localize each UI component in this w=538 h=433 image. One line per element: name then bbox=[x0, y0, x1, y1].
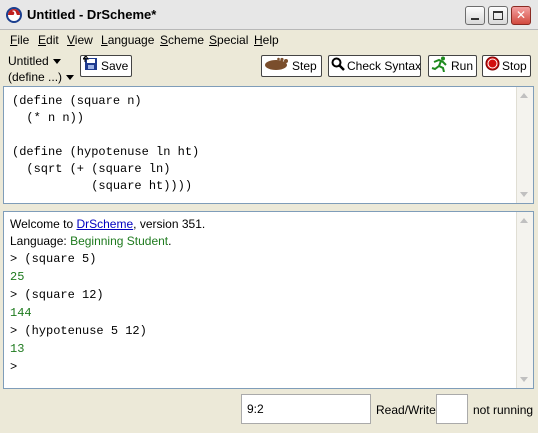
repl-result: 25 bbox=[10, 270, 25, 284]
title-bar: λ Untitled - DrScheme* ✕ bbox=[0, 0, 538, 30]
stop-button[interactable]: Stop bbox=[482, 55, 531, 77]
check-syntax-button[interactable]: Check Syntax bbox=[328, 55, 421, 77]
repl-result-line: 144 bbox=[10, 304, 205, 322]
chevron-down-icon bbox=[52, 59, 61, 65]
scroll-down-icon[interactable] bbox=[520, 377, 528, 382]
repl-input-line: > (square 5) bbox=[10, 250, 205, 268]
repl-expression: (square 5) bbox=[17, 252, 97, 266]
running-status: not running bbox=[473, 403, 534, 417]
menu-view[interactable]: View bbox=[67, 33, 93, 47]
definitions-scrollbar[interactable] bbox=[516, 87, 533, 203]
document-name-label: Untitled bbox=[8, 54, 49, 68]
define-menu-label: (define ...) bbox=[8, 70, 63, 84]
run-button-label: Run bbox=[451, 59, 474, 74]
close-button[interactable]: ✕ bbox=[511, 6, 531, 25]
repl-input-line: > (square 12) bbox=[10, 286, 205, 304]
check-syntax-label: Check Syntax bbox=[347, 59, 422, 73]
repl-input-line: > (hypotenuse 5 12) bbox=[10, 322, 205, 340]
repl-expression: (square 12) bbox=[17, 288, 104, 302]
chevron-down-icon bbox=[66, 75, 75, 81]
interactions-content: Welcome to DrScheme, version 351. Langua… bbox=[10, 216, 205, 376]
menu-language[interactable]: Language bbox=[101, 33, 154, 47]
read-write-indicator[interactable]: Read/Write bbox=[376, 403, 436, 417]
step-button[interactable]: Step bbox=[261, 55, 322, 77]
scroll-up-icon[interactable] bbox=[520, 218, 528, 223]
repl-result-line: 13 bbox=[10, 340, 205, 358]
scroll-up-icon[interactable] bbox=[520, 93, 528, 98]
status-bar: 9:2 Read/Write not running bbox=[0, 389, 538, 433]
toolbar: Untitled (define ...) Save Step Check Sy… bbox=[0, 50, 538, 88]
menu-special[interactable]: Special bbox=[209, 33, 248, 47]
save-button-label: Save bbox=[101, 59, 129, 74]
pane-splitter[interactable] bbox=[0, 204, 538, 211]
menu-help[interactable]: Help bbox=[254, 33, 279, 47]
repl-result: 13 bbox=[10, 342, 25, 356]
language-name: Beginning Student bbox=[70, 234, 169, 248]
drscheme-link[interactable]: DrScheme bbox=[76, 217, 133, 231]
maximize-icon bbox=[493, 11, 503, 20]
minimize-icon bbox=[471, 18, 479, 20]
magnifier-icon bbox=[331, 57, 345, 77]
document-name-menu[interactable]: Untitled bbox=[8, 54, 61, 68]
run-button[interactable]: Run bbox=[428, 55, 477, 77]
status-indicator-box bbox=[436, 394, 468, 424]
drscheme-window: λ Untitled - DrScheme* ✕ File Edit View … bbox=[0, 0, 538, 433]
cursor-position: 9:2 bbox=[241, 394, 371, 424]
maximize-button[interactable] bbox=[488, 6, 508, 25]
scroll-down-icon[interactable] bbox=[520, 192, 528, 197]
minimize-button[interactable] bbox=[465, 6, 485, 25]
step-button-label: Step bbox=[292, 59, 317, 73]
save-icon bbox=[81, 55, 99, 78]
close-icon: ✕ bbox=[515, 8, 527, 22]
drscheme-logo-icon: λ bbox=[6, 7, 22, 23]
define-menu[interactable]: (define ...) bbox=[8, 70, 75, 84]
repl-result: 144 bbox=[10, 306, 32, 320]
foot-icon bbox=[264, 57, 290, 77]
window-title: Untitled - DrScheme* bbox=[27, 7, 157, 22]
running-man-icon bbox=[431, 56, 449, 78]
definitions-code[interactable]: (define (square n) (* n n)) (define (hyp… bbox=[12, 93, 199, 195]
stop-button-label: Stop bbox=[502, 59, 527, 73]
interactions-scrollbar[interactable] bbox=[516, 212, 533, 388]
definitions-editor[interactable]: (define (square n) (* n n)) (define (hyp… bbox=[3, 86, 534, 204]
save-button[interactable]: Save bbox=[80, 55, 132, 77]
language-line: Language: Beginning Student. bbox=[10, 234, 172, 248]
menu-scheme[interactable]: Scheme bbox=[160, 33, 204, 47]
welcome-line: Welcome to DrScheme, version 351. bbox=[10, 217, 206, 231]
menu-edit[interactable]: Edit bbox=[38, 33, 59, 47]
menu-bar: File Edit View Language Scheme Special H… bbox=[0, 30, 538, 50]
interactions-pane[interactable]: Welcome to DrScheme, version 351. Langua… bbox=[3, 211, 534, 389]
repl-expression: (hypotenuse 5 12) bbox=[17, 324, 147, 338]
stop-icon bbox=[485, 56, 500, 77]
repl-prompt: > bbox=[10, 360, 18, 374]
repl-result-line: 25 bbox=[10, 268, 205, 286]
menu-file[interactable]: File bbox=[10, 33, 29, 47]
repl-current-input[interactable]: > bbox=[10, 358, 205, 376]
